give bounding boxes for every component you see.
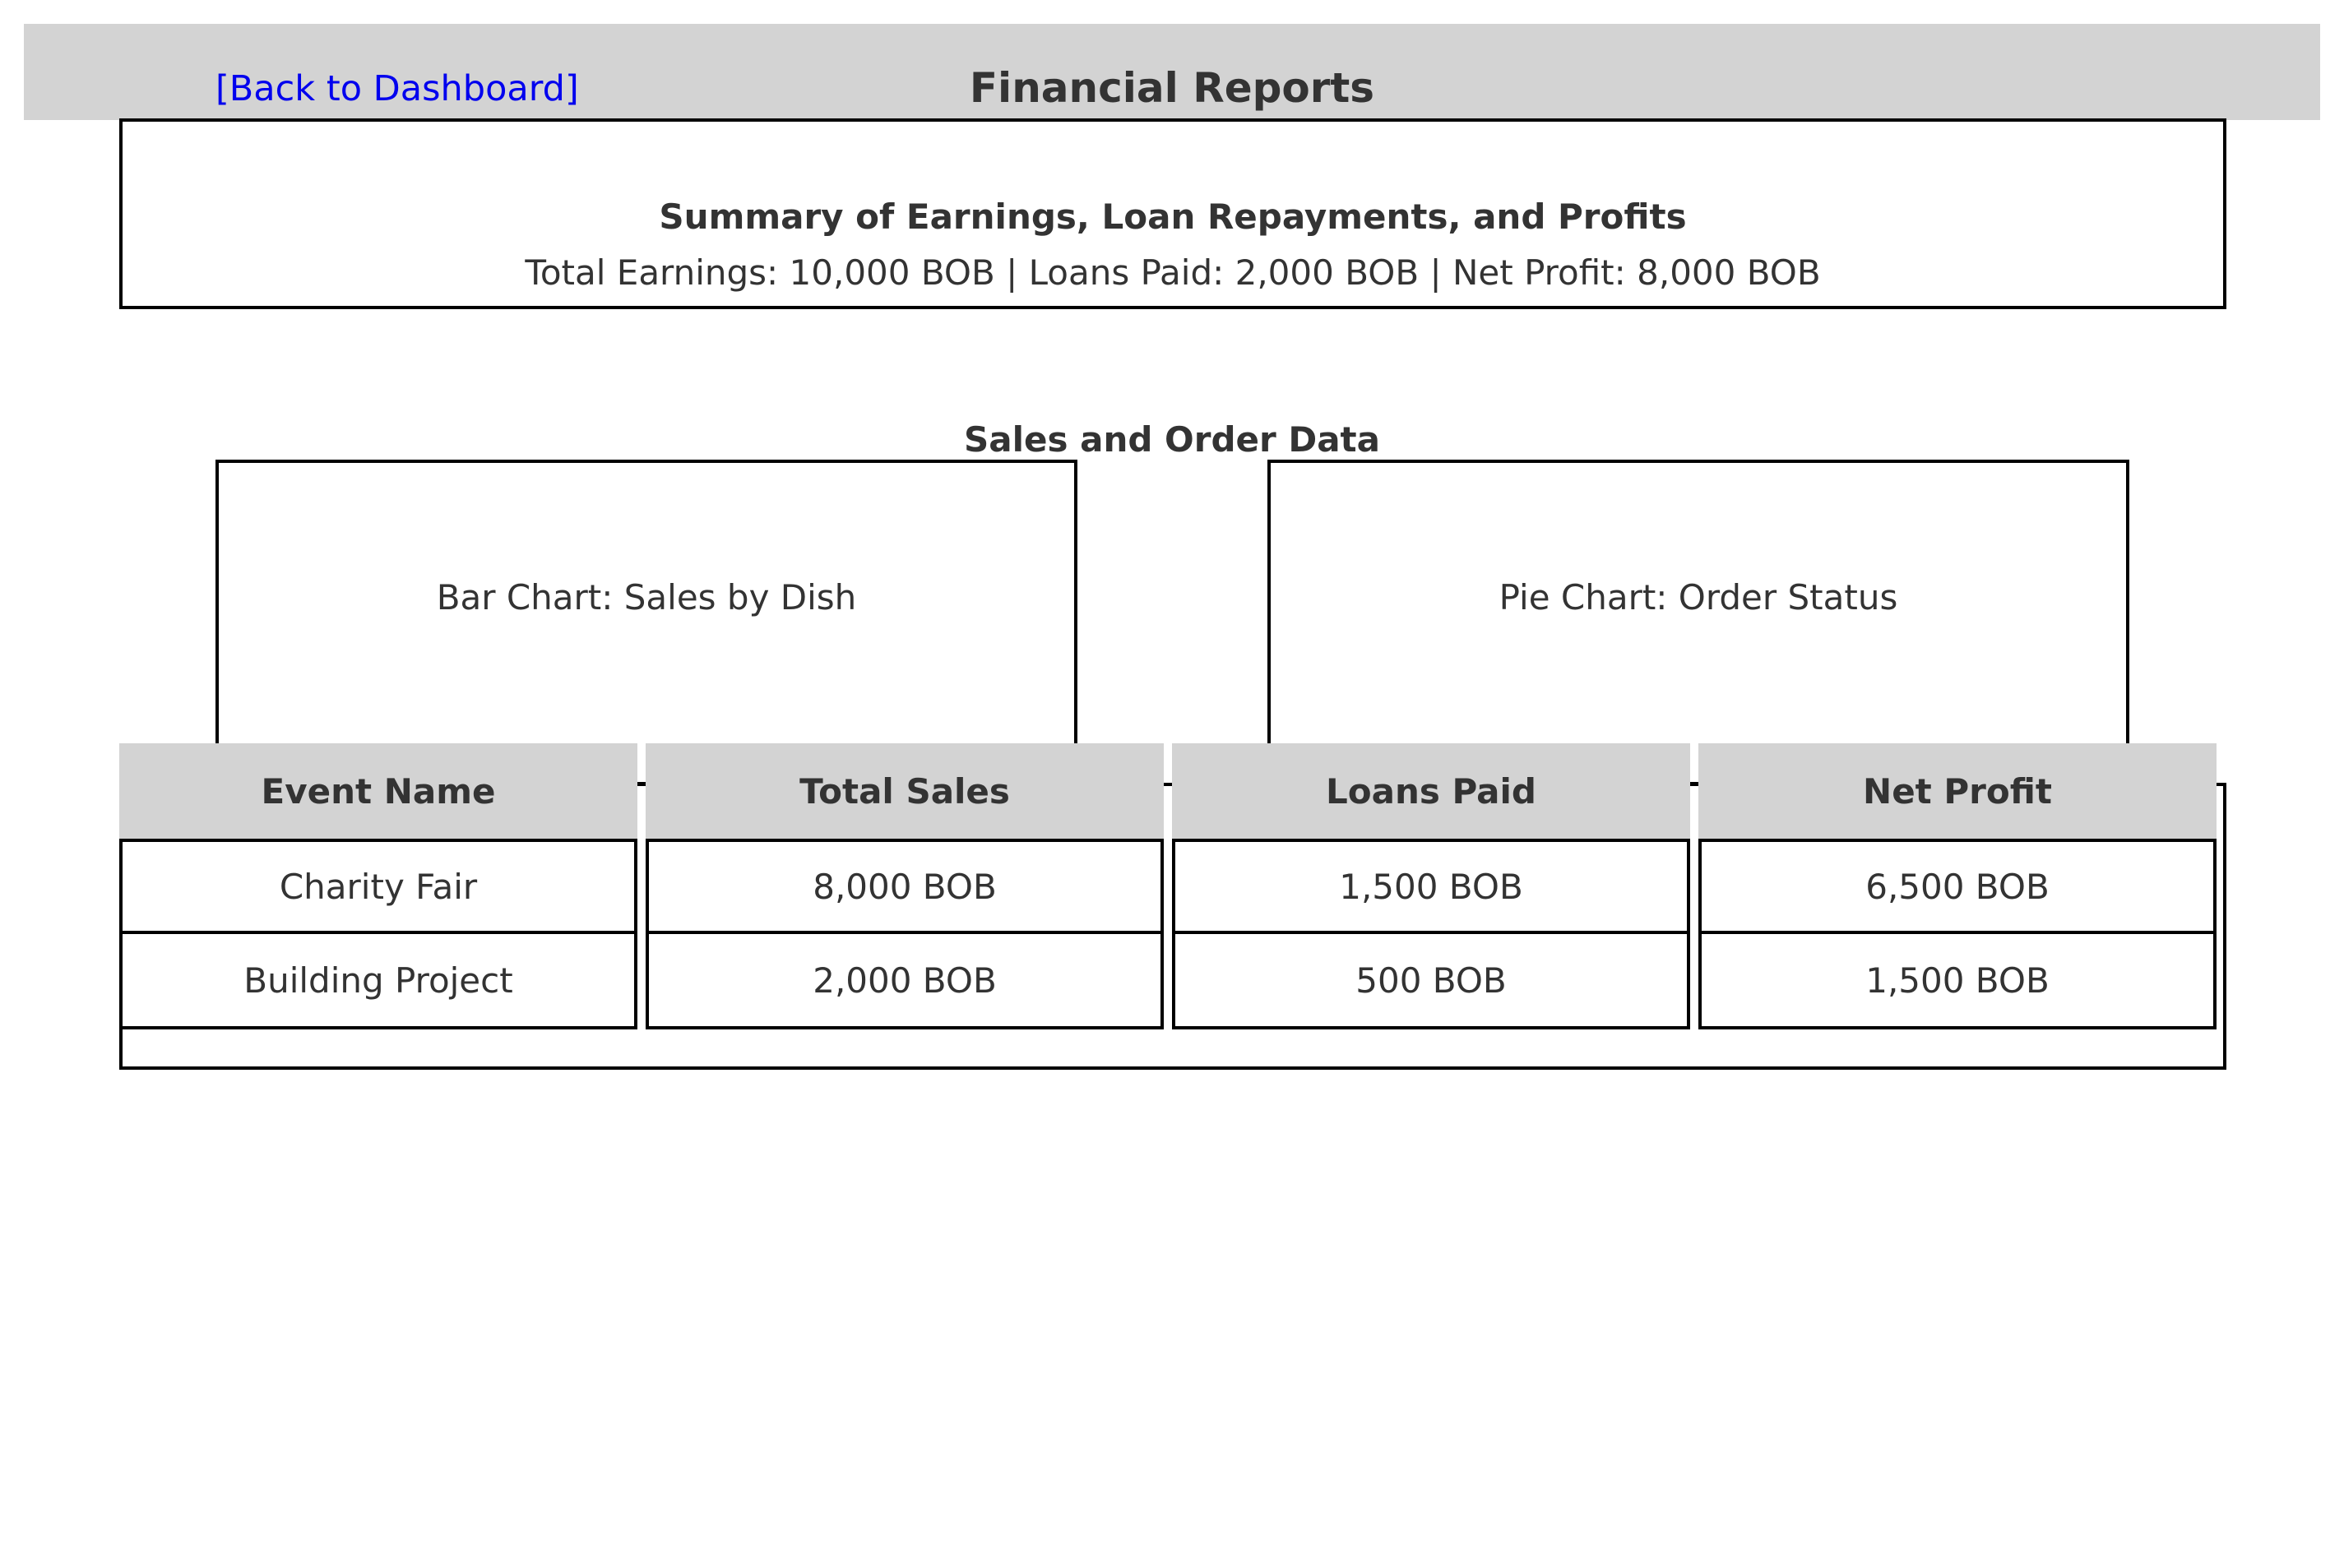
table-cell-total-sales: 2,000 BOB — [646, 931, 1164, 1029]
bar-chart-placeholder: Bar Chart: Sales by Dish — [215, 460, 1077, 785]
pie-chart-placeholder: Pie Chart: Order Status — [1267, 460, 2129, 785]
table-cell-net-profit: 6,500 BOB — [1698, 839, 2217, 934]
column-header-total-sales: Total Sales — [646, 743, 1164, 839]
bar-chart-label: Bar Chart: Sales by Dish — [436, 577, 857, 617]
summary-totals-text: Total Earnings: 10,000 BOB | Loans Paid:… — [525, 252, 1821, 293]
summary-panel: Summary of Earnings, Loan Repayments, an… — [119, 118, 2226, 309]
sales-section-title: Sales and Order Data — [964, 419, 1380, 460]
financial-reports-page: [Back to Dashboard] Financial Reports Su… — [0, 0, 2344, 1568]
table-cell-loans-paid: 500 BOB — [1172, 931, 1690, 1029]
table-cell-net-profit: 1,500 BOB — [1698, 931, 2217, 1029]
page-title: Financial Reports — [969, 64, 1375, 112]
column-header-event-name: Event Name — [119, 743, 637, 839]
table-cell-event-name: Building Project — [119, 931, 637, 1029]
events-table: Event Name Total Sales Loans Paid Net Pr… — [119, 743, 2217, 1029]
summary-heading: Summary of Earnings, Loan Repayments, an… — [659, 197, 1687, 237]
table-cell-event-name: Charity Fair — [119, 839, 637, 934]
table-cell-total-sales: 8,000 BOB — [646, 839, 1164, 934]
table-cell-loans-paid: 1,500 BOB — [1172, 839, 1690, 934]
column-header-loans-paid: Loans Paid — [1172, 743, 1690, 839]
pie-chart-label: Pie Chart: Order Status — [1499, 577, 1898, 617]
column-header-net-profit: Net Profit — [1698, 743, 2217, 839]
